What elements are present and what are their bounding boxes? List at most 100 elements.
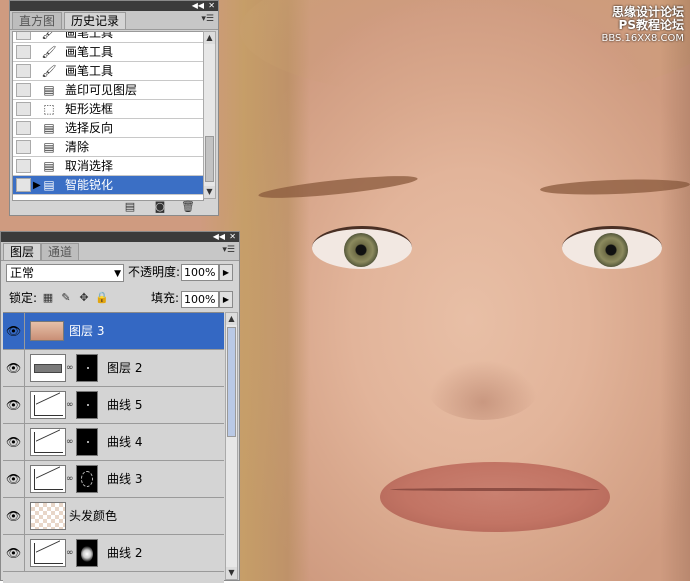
layer-list[interactable]: 👁 图层 3 👁 ∞ 图层 2 👁 ∞ 曲线 5 👁 ∞ 曲线 4 👁 ∞ 曲线 3 👁 头发颜色 👁 ∞ 曲线 2 bbox=[3, 312, 224, 583]
lock-position-icon[interactable]: ✥ bbox=[77, 291, 91, 305]
new-document-from-state-icon[interactable]: ▤ bbox=[122, 200, 138, 214]
tab-histogram[interactable]: 直方图 bbox=[12, 12, 63, 29]
right-eye bbox=[562, 226, 662, 269]
right-iris bbox=[594, 233, 628, 267]
marquee-icon: ⬚ bbox=[43, 102, 55, 116]
layer-thumbnail[interactable] bbox=[30, 428, 66, 456]
layer-mask-thumbnail[interactable] bbox=[76, 465, 98, 493]
opacity-slider-button[interactable]: ▶ bbox=[219, 264, 233, 281]
history-item[interactable]: 🖌 画笔工具 bbox=[13, 32, 203, 43]
delete-state-icon[interactable]: 🗑 bbox=[180, 200, 196, 214]
history-item[interactable]: ▤ 盖印可见图层 bbox=[13, 81, 203, 100]
close-icon[interactable]: ✕ bbox=[229, 232, 236, 242]
tab-layers[interactable]: 图层 bbox=[3, 243, 42, 260]
visibility-toggle[interactable]: 👁 bbox=[3, 424, 25, 460]
new-snapshot-icon[interactable]: ◙ bbox=[152, 200, 168, 214]
fill-slider-button[interactable]: ▶ bbox=[219, 291, 233, 308]
tab-channels[interactable]: 通道 bbox=[41, 243, 80, 260]
layer-thumbnail[interactable] bbox=[30, 539, 66, 567]
layer-name: 头发颜色 bbox=[69, 509, 118, 523]
history-item[interactable]: ▶ ▤ 智能锐化 bbox=[13, 176, 203, 195]
layer-mask-thumbnail[interactable] bbox=[76, 539, 98, 567]
history-item[interactable]: ⬚ 矩形选框 bbox=[13, 100, 203, 119]
history-brush-pointer-icon: ▶ bbox=[33, 180, 41, 191]
visibility-toggle[interactable]: 👁 bbox=[3, 498, 25, 534]
lock-image-icon[interactable]: ✎ bbox=[59, 291, 73, 305]
history-item[interactable]: ▤ 取消选择 bbox=[13, 157, 203, 176]
opacity-input[interactable]: 100% bbox=[181, 264, 219, 281]
layer-mask-thumbnail[interactable] bbox=[76, 354, 98, 382]
layer-thumbnail[interactable] bbox=[30, 391, 66, 419]
panel-title-strip[interactable]: ◀◀ ✕ bbox=[10, 1, 218, 11]
history-source-box[interactable] bbox=[16, 83, 31, 97]
blend-mode-select[interactable]: 正常 ▼ bbox=[6, 264, 124, 282]
history-source-box[interactable] bbox=[16, 32, 31, 40]
link-chain-icon[interactable]: ∞ bbox=[66, 437, 74, 447]
layer-row[interactable]: 👁 图层 3 bbox=[3, 313, 224, 350]
lock-transparent-icon[interactable]: ▦ bbox=[41, 291, 55, 305]
visibility-toggle[interactable]: 👁 bbox=[3, 461, 25, 497]
history-item[interactable]: ▤ 选择反向 bbox=[13, 119, 203, 138]
link-chain-icon[interactable]: ∞ bbox=[66, 548, 74, 558]
eye-icon: 👁 bbox=[6, 509, 22, 523]
lock-all-icon[interactable]: 🔒 bbox=[95, 291, 109, 305]
layer-name: 曲线 3 bbox=[107, 472, 143, 486]
scroll-up-icon[interactable]: ▲ bbox=[204, 32, 215, 44]
history-item[interactable]: 🖌 画笔工具 bbox=[13, 62, 203, 81]
layer-row[interactable]: 👁 ∞ 曲线 2 bbox=[3, 535, 224, 572]
layer-row[interactable]: 👁 ∞ 曲线 4 bbox=[3, 424, 224, 461]
scroll-up-icon[interactable]: ▲ bbox=[226, 313, 237, 325]
history-source-box[interactable] bbox=[16, 178, 31, 192]
history-list[interactable]: 🖌 画笔工具 🖌 画笔工具 🖌 画笔工具 ▤ 盖印可见图层 ⬚ 矩形选框 ▤ 选择反向 ▤ 清除 ▤ 取消选择… bbox=[12, 31, 204, 201]
tab-history[interactable]: 历史记录 bbox=[64, 12, 127, 29]
layers-scrollbar[interactable]: ▲ ▼ bbox=[225, 312, 238, 580]
layer-thumbnail[interactable] bbox=[30, 354, 66, 382]
history-item-label: 画笔工具 bbox=[65, 64, 114, 78]
layer-row[interactable]: 👁 ∞ 图层 2 bbox=[3, 350, 224, 387]
scroll-down-icon[interactable]: ▼ bbox=[204, 186, 215, 198]
layer-thumbnail[interactable] bbox=[30, 465, 66, 493]
layer-mask-thumbnail[interactable] bbox=[76, 428, 98, 456]
history-item[interactable]: ▤ 清除 bbox=[13, 138, 203, 157]
panel-menu-icon[interactable]: ▾☰ bbox=[222, 245, 235, 255]
eye-icon: 👁 bbox=[6, 324, 22, 338]
collapse-icon[interactable]: ◀◀ bbox=[192, 1, 204, 11]
layer-row[interactable]: 👁 头发颜色 bbox=[3, 498, 224, 535]
history-source-box[interactable] bbox=[16, 121, 31, 135]
panel-title-strip[interactable]: ◀◀ ✕ bbox=[1, 232, 239, 242]
close-icon[interactable]: ✕ bbox=[208, 1, 215, 11]
visibility-toggle[interactable]: 👁 bbox=[3, 313, 25, 349]
scroll-thumb[interactable] bbox=[227, 327, 236, 437]
collapse-icon[interactable]: ◀◀ bbox=[213, 232, 225, 242]
history-panel: ◀◀ ✕ 直方图 历史记录 ▾☰ 🖌 画笔工具 🖌 画笔工具 🖌 画笔工具 ▤ 盖印可见图层 ⬚… bbox=[9, 0, 219, 216]
link-chain-icon[interactable]: ∞ bbox=[66, 400, 74, 410]
document-icon: ▤ bbox=[43, 140, 55, 154]
history-item-label: 矩形选框 bbox=[65, 102, 114, 116]
history-item-label: 清除 bbox=[65, 140, 90, 154]
layers-panel: ◀◀ ✕ 图层 通道 ▾☰ 正常 ▼ 不透明度: 100% ▶ 锁定: ▦ ✎ … bbox=[0, 231, 240, 583]
visibility-toggle[interactable]: 👁 bbox=[3, 350, 25, 386]
scroll-down-icon[interactable]: ▼ bbox=[226, 567, 237, 579]
panel-menu-icon[interactable]: ▾☰ bbox=[201, 14, 214, 24]
nose bbox=[428, 360, 538, 420]
visibility-toggle[interactable]: 👁 bbox=[3, 387, 25, 423]
visibility-toggle[interactable]: 👁 bbox=[3, 535, 25, 571]
layer-mask-thumbnail[interactable] bbox=[76, 391, 98, 419]
history-source-box[interactable] bbox=[16, 159, 31, 173]
layer-thumbnail[interactable] bbox=[30, 321, 64, 341]
history-source-box[interactable] bbox=[16, 140, 31, 154]
layer-row[interactable]: 👁 ∞ 曲线 5 bbox=[3, 387, 224, 424]
history-source-box[interactable] bbox=[16, 102, 31, 116]
history-scrollbar[interactable]: ▲ ▼ bbox=[203, 31, 216, 199]
history-footer: ▤ ◙ 🗑 bbox=[120, 200, 210, 216]
history-source-box[interactable] bbox=[16, 45, 31, 59]
layer-thumbnail[interactable] bbox=[30, 502, 66, 530]
scroll-thumb[interactable] bbox=[205, 136, 214, 182]
history-source-box[interactable] bbox=[16, 64, 31, 78]
canvas-edge-shadow bbox=[660, 0, 690, 581]
link-chain-icon[interactable]: ∞ bbox=[66, 474, 74, 484]
fill-input[interactable]: 100% bbox=[181, 291, 219, 308]
history-item[interactable]: 🖌 画笔工具 bbox=[13, 43, 203, 62]
link-chain-icon[interactable]: ∞ bbox=[66, 363, 74, 373]
layer-row[interactable]: 👁 ∞ 曲线 3 bbox=[3, 461, 224, 498]
